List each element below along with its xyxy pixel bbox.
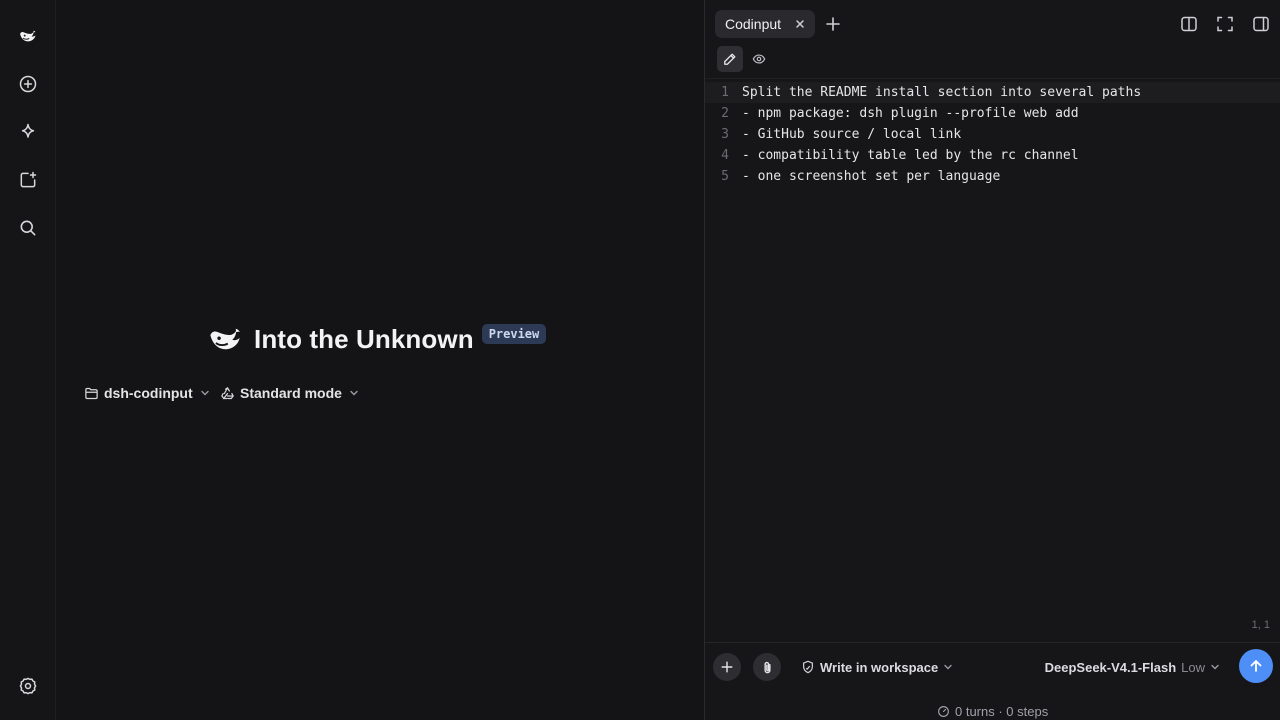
line-number: 5 bbox=[721, 169, 729, 184]
folder-plus-icon bbox=[20, 171, 37, 188]
model-effort: Low bbox=[1181, 659, 1205, 675]
sparkle-icon bbox=[21, 123, 35, 138]
divider bbox=[705, 642, 1280, 643]
eye-icon bbox=[752, 54, 766, 64]
edit-mode-button[interactable] bbox=[717, 46, 743, 72]
status-bar: 0 turns · 0 steps bbox=[937, 703, 1048, 719]
paperclip-icon bbox=[763, 661, 771, 673]
line-number: 1 bbox=[721, 85, 729, 100]
folder-icon bbox=[85, 387, 98, 399]
explore-button[interactable] bbox=[12, 116, 44, 148]
pencil-icon bbox=[724, 53, 736, 65]
whale-logo-icon bbox=[20, 30, 36, 42]
add-button[interactable] bbox=[713, 653, 741, 681]
search-icon bbox=[20, 220, 36, 236]
write-scope-label: Write in workspace bbox=[820, 659, 939, 675]
recycle-icon bbox=[221, 386, 234, 399]
hero: Into the Unknown Preview bbox=[208, 318, 547, 360]
search-button[interactable] bbox=[12, 212, 44, 244]
arrow-up-icon bbox=[1250, 660, 1262, 672]
editor-line[interactable]: 1 Split the README install section into … bbox=[705, 82, 1280, 103]
line-number: 4 bbox=[721, 148, 729, 163]
settings-button[interactable] bbox=[12, 670, 44, 702]
line-number: 3 bbox=[721, 127, 729, 142]
attach-button[interactable] bbox=[753, 653, 781, 681]
model-name: DeepSeek-V4.1-Flash bbox=[1044, 659, 1177, 675]
add-tab-icon[interactable] bbox=[823, 14, 843, 34]
gauge-icon bbox=[938, 705, 949, 717]
tab-codinput[interactable]: Codinput bbox=[715, 10, 815, 38]
plus-circle-icon bbox=[19, 75, 37, 93]
close-icon[interactable] bbox=[793, 17, 807, 31]
editor-line[interactable]: 5 - one screenshot set per language bbox=[705, 166, 1280, 187]
new-project-button[interactable] bbox=[12, 164, 44, 196]
preview-badge: Preview bbox=[481, 324, 547, 344]
send-button[interactable] bbox=[1239, 649, 1273, 683]
model-selector[interactable]: DeepSeek-V4.1-Flash Low bbox=[1045, 657, 1220, 677]
app-logo[interactable] bbox=[12, 20, 44, 52]
code-editor[interactable]: 1 Split the README install section into … bbox=[705, 82, 1280, 622]
editor-pane: Codinput 1 Split the README install sect… bbox=[704, 0, 1280, 720]
split-view-icon[interactable] bbox=[1179, 14, 1199, 34]
main-pane: Into the Unknown Preview dsh-codinput St… bbox=[56, 0, 704, 720]
workspace-label: dsh-codinput bbox=[104, 385, 193, 401]
write-scope-selector[interactable]: Write in workspace bbox=[801, 657, 953, 677]
divider bbox=[705, 78, 1280, 79]
chevron-down-icon bbox=[1211, 664, 1219, 670]
line-text: - one screenshot set per language bbox=[742, 169, 1001, 184]
line-text: - npm package: dsh plugin --profile web … bbox=[742, 106, 1079, 121]
new-chat-button[interactable] bbox=[12, 68, 44, 100]
plus-icon bbox=[721, 661, 733, 673]
mode-selector[interactable]: Standard mode bbox=[220, 382, 359, 404]
whale-logo-icon bbox=[210, 328, 240, 350]
chevron-down-icon bbox=[200, 390, 209, 396]
toggle-panel-icon[interactable] bbox=[1251, 14, 1271, 34]
shield-pencil-icon bbox=[803, 660, 813, 674]
page-title: Into the Unknown bbox=[254, 323, 474, 354]
editor-line[interactable]: 2 - npm package: dsh plugin --profile we… bbox=[705, 103, 1280, 124]
gear-icon bbox=[19, 677, 37, 695]
workspace-selector[interactable]: dsh-codinput bbox=[84, 382, 210, 404]
sidebar bbox=[0, 0, 56, 720]
line-text: - GitHub source / local link bbox=[742, 127, 962, 142]
cursor-position: 1, 1 bbox=[1251, 619, 1270, 631]
fullscreen-icon[interactable] bbox=[1215, 14, 1235, 34]
line-text: Split the README install section into se… bbox=[742, 85, 1142, 100]
chevron-down-icon bbox=[944, 664, 952, 670]
line-number: 2 bbox=[721, 106, 729, 121]
preview-mode-button[interactable] bbox=[749, 49, 769, 69]
editor-line[interactable]: 4 - compatibility table led by the rc ch… bbox=[705, 145, 1280, 166]
tab-label: Codinput bbox=[725, 16, 782, 32]
chevron-down-icon bbox=[350, 390, 358, 396]
line-text: - compatibility table led by the rc chan… bbox=[742, 148, 1079, 163]
editor-line[interactable]: 3 - GitHub source / local link bbox=[705, 124, 1280, 145]
mode-label: Standard mode bbox=[240, 385, 342, 401]
status-text: 0 turns · 0 steps bbox=[955, 703, 1049, 719]
